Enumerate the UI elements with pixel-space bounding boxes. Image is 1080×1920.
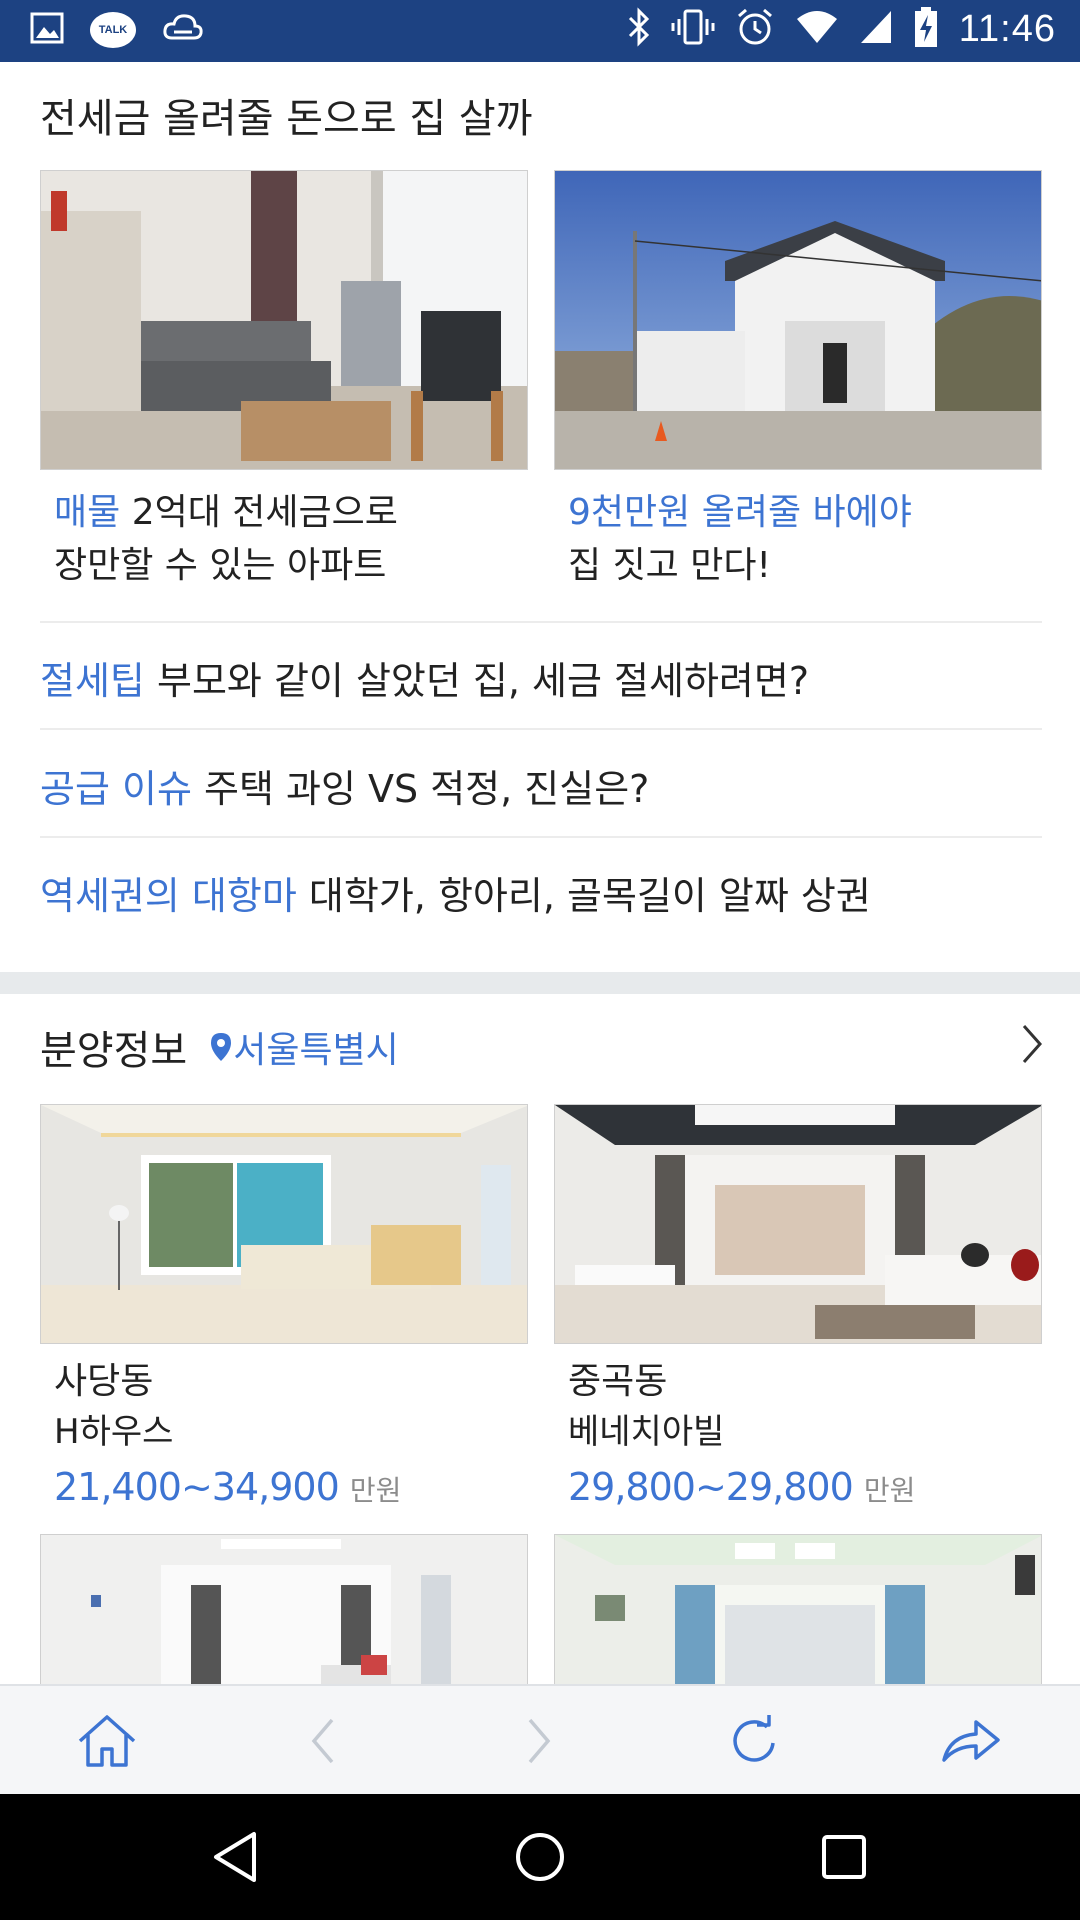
- listing-photo[interactable]: [554, 1534, 1042, 1694]
- back-icon[interactable]: [288, 1706, 358, 1776]
- price-range: 21,400~34,900: [54, 1465, 340, 1509]
- listing-card[interactable]: 사당동 H하우스 21,400~34,900 만원: [40, 1104, 528, 1522]
- headline-text: 주택 과잉 VS 적정, 진실은?: [204, 767, 650, 811]
- share-icon[interactable]: [936, 1706, 1006, 1776]
- headline-link[interactable]: 공급 이슈 주택 과잉 VS 적정, 진실은?: [40, 758, 1040, 813]
- listing-name: H하우스: [54, 1412, 174, 1452]
- card-line2: 장만할 수 있는 아파트: [54, 545, 387, 586]
- alarm-icon: [735, 7, 775, 51]
- card-tag: 매물: [54, 492, 121, 533]
- section-title: 전세금 올려줄 돈으로 집 살까: [40, 96, 533, 142]
- refresh-icon[interactable]: [720, 1706, 790, 1776]
- section-title: 분양정보: [40, 1028, 188, 1074]
- headline-text: 대학가, 항아리, 골목길이 알짜 상권: [308, 874, 871, 918]
- listing-card[interactable]: [554, 1534, 1042, 1694]
- system-nav-bar: [0, 1794, 1080, 1920]
- headline-link[interactable]: 역세권의 대항마 대학가, 항아리, 골목길이 알짜 상권: [40, 865, 1040, 920]
- article-card[interactable]: 9천만원 올려줄 바에야 집 짓고 만다!: [554, 170, 1042, 592]
- image-icon: [30, 11, 64, 49]
- presale-header: 분양정보 서울특별시: [40, 1018, 399, 1076]
- listing-area: 사당동: [54, 1361, 154, 1402]
- bluetooth-icon: [627, 7, 651, 51]
- nav-home-icon[interactable]: [505, 1822, 575, 1892]
- signal-icon: [859, 9, 893, 49]
- listing-price: 21,400~34,900 만원: [54, 1456, 514, 1522]
- chevron-right-icon[interactable]: [1018, 1022, 1046, 1070]
- wifi-icon: [795, 9, 839, 49]
- card-caption[interactable]: 매물 2억대 전세금으로 장만할 수 있는 아파트: [40, 470, 528, 592]
- listing-name: 베네치아빌: [568, 1412, 725, 1452]
- listing-photo[interactable]: [40, 1534, 528, 1694]
- cloud-icon: [162, 10, 204, 50]
- headline-tag: 공급 이슈: [40, 767, 192, 811]
- card-line2: 집 짓고 만다!: [568, 545, 771, 586]
- clock: 11:46: [958, 7, 1056, 50]
- listing-card[interactable]: 중곡동 베네치아빌 29,800~29,800 만원: [554, 1104, 1042, 1522]
- notification-icons: TALK: [30, 10, 204, 50]
- card-caption[interactable]: 9천만원 올려줄 바에야 집 짓고 만다!: [554, 470, 1042, 592]
- listing-info[interactable]: 중곡동 베네치아빌 29,800~29,800 만원: [554, 1344, 1042, 1522]
- headline-tag: 역세권의 대항마: [40, 874, 297, 918]
- nav-back-icon[interactable]: [200, 1822, 270, 1892]
- listing-card[interactable]: [40, 1534, 528, 1694]
- system-icons: 11:46: [627, 6, 1056, 52]
- card-tag: 9천만원 올려줄 바에야: [568, 492, 912, 533]
- headline-text: 부모와 같이 살았던 집, 세금 절세하려면?: [156, 659, 809, 703]
- battery-charging-icon: [913, 6, 939, 52]
- living-room-photo[interactable]: [40, 170, 528, 470]
- presale-section: 분양정보 서울특별시 사당동 H하우스 21,400~34,900 만원 중곡동…: [0, 994, 1080, 1694]
- location-pin-icon: [211, 1033, 232, 1061]
- divider: [40, 836, 1042, 838]
- section-separator: [0, 972, 1080, 994]
- article-card[interactable]: 매물 2억대 전세금으로 장만할 수 있는 아파트: [40, 170, 528, 592]
- listing-price: 29,800~29,800 만원: [568, 1456, 1028, 1522]
- white-house-photo[interactable]: [554, 170, 1042, 470]
- nav-recents-icon[interactable]: [809, 1822, 879, 1892]
- listing-photo[interactable]: [40, 1104, 528, 1344]
- card-line1: 2억대 전세금으로: [131, 492, 398, 533]
- feature-section: 전세금 올려줄 돈으로 집 살까 매물 2억대 전세금으로 장만할 수 있는 아…: [0, 62, 1080, 972]
- headline-tag: 절세팁: [40, 659, 145, 703]
- location-selector[interactable]: 서울특별시: [209, 1021, 399, 1073]
- talk-label: TALK: [98, 24, 128, 36]
- price-range: 29,800~29,800: [568, 1465, 854, 1509]
- browser-toolbar: [0, 1684, 1080, 1794]
- location-label: 서울특별시: [233, 1030, 399, 1071]
- listing-info[interactable]: 사당동 H하우스 21,400~34,900 만원: [40, 1344, 528, 1522]
- forward-icon[interactable]: [504, 1706, 574, 1776]
- status-bar: TALK 11:46: [0, 0, 1080, 62]
- price-unit: 만원: [863, 1474, 916, 1507]
- price-unit: 만원: [349, 1474, 402, 1507]
- listing-area: 중곡동: [568, 1361, 668, 1402]
- kakaotalk-icon: TALK: [90, 12, 136, 48]
- divider: [40, 621, 1042, 623]
- listing-photo[interactable]: [554, 1104, 1042, 1344]
- divider: [40, 728, 1042, 730]
- vibrate-icon: [671, 7, 715, 51]
- home-icon[interactable]: [72, 1706, 142, 1776]
- headline-link[interactable]: 절세팁 부모와 같이 살았던 집, 세금 절세하려면?: [40, 650, 1040, 705]
